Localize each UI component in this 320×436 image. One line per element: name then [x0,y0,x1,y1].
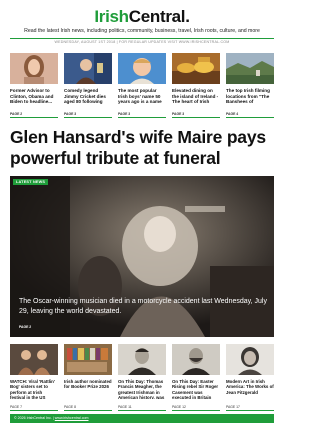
lead-headline[interactable]: Glen Hansard's wife Maire pays powerful … [10,127,274,169]
historical-portrait-image [172,344,220,375]
story-thumbnail[interactable] [172,53,220,84]
story-page-number: PAGE 12 [172,405,186,409]
top-story-card[interactable]: The most popular Irish boys' name 50 yea… [118,53,166,119]
story-divider [64,117,112,118]
irishcentral-logo[interactable]: IrishCentral. [0,7,284,27]
copyright-text: © 2026 IrishCentral Inc. [14,416,52,420]
story-page-number: PAGE 7 [10,405,22,409]
story-title[interactable]: On This Day: Easter Rising rebel Sir Rog… [172,379,220,399]
historical-portrait-image [118,344,166,375]
top-story-card[interactable]: Comedy legend Jimmy Cricket dies aged 80… [64,53,112,119]
story-title[interactable]: On This Day: Thomas Francis Meagher, the… [118,379,166,399]
story-title[interactable]: Elevated dining on the island of Ireland… [172,88,220,105]
latest-news-badge: LATEST NEWS [13,179,49,185]
story-title[interactable]: Comedy legend Jimmy Cricket dies aged 80… [64,88,112,105]
story-title[interactable]: The most popular Irish boys' name 50 yea… [118,88,166,105]
story-divider [118,410,166,411]
baby-image [118,53,166,84]
story-divider [10,410,58,411]
story-thumbnail[interactable] [10,344,58,375]
bottom-story-card[interactable]: On This Day: Easter Rising rebel Sir Rog… [172,344,220,414]
bottom-story-card[interactable]: On This Day: Thomas Francis Meagher, the… [118,344,166,414]
story-thumbnail[interactable] [172,344,220,375]
story-thumbnail[interactable] [118,344,166,375]
story-divider [64,410,112,411]
masthead-divider [10,38,274,39]
woman-portrait-image [10,53,58,84]
food-dish-image [172,53,220,84]
lead-page-number: PAGE 2 [19,325,32,329]
lead-caption: The Oscar-winning musician died in a mot… [19,298,267,315]
story-page-number: PAGE 3 [118,112,131,116]
landscape-image [226,53,274,84]
story-thumbnail[interactable] [10,53,58,84]
story-divider [172,117,220,118]
story-title[interactable]: Irish author nominated for Booker Prize … [64,379,112,399]
story-title[interactable]: WATCH: Viral 'Rattlin' Bog' sisters set … [10,379,58,399]
story-page-number: PAGE 3 [172,112,185,116]
woman-portrait-image [226,344,274,375]
top-story-card[interactable]: Former Advisor to Clinton, Obama and Bid… [10,53,58,119]
story-divider [172,410,220,411]
footer-bar: © 2026 IrishCentral Inc. | www.irishcent… [10,414,274,423]
story-title[interactable]: The top Irish filming locations from "Th… [226,88,274,105]
story-title[interactable]: Former Advisor to Clinton, Obama and Bid… [10,88,58,105]
story-page-number: PAGE 8 [64,405,76,409]
story-thumbnail[interactable] [118,53,166,84]
footer-website-link[interactable]: www.irishcentral.com [55,416,89,420]
sisters-performing-image [10,344,58,375]
story-divider [226,117,274,118]
story-thumbnail[interactable] [226,53,274,84]
bottom-story-card[interactable]: Irish author nominated for Booker Prize … [64,344,112,414]
story-title[interactable]: Modern Art in Irish America: The Works o… [226,379,274,399]
story-divider [118,117,166,118]
bottom-story-card[interactable]: WATCH: Viral 'Rattlin' Bog' sisters set … [10,344,58,414]
story-divider [226,410,274,411]
top-story-card[interactable]: Elevated dining on the island of Ireland… [172,53,220,119]
story-page-number: PAGE 11 [118,405,132,409]
top-story-card[interactable]: The top Irish filming locations from "Th… [226,53,274,119]
story-thumbnail[interactable] [64,344,112,375]
dateline: WEDNESDAY, AUGUST 1ST 2018 | FOR REGULAR… [54,40,230,44]
bottom-stories-strip: WATCH: Viral 'Rattlin' Bog' sisters set … [10,344,274,414]
masthead: IrishCentral. Read the latest Irish news… [0,0,284,46]
top-stories-strip: Former Advisor to Clinton, Obama and Bid… [10,53,274,119]
story-page-number: PAGE 2 [10,112,23,116]
story-page-number: PAGE 3 [64,112,77,116]
tagline: Read the latest Irish news, including po… [24,28,260,34]
comedian-image [64,53,112,84]
bottom-story-card[interactable]: Modern Art in Irish America: The Works o… [226,344,274,414]
story-page-number: PAGE 17 [226,405,240,409]
bookshelf-image [64,344,112,375]
story-thumbnail[interactable] [64,53,112,84]
lead-story-image[interactable]: LATEST NEWS The Oscar-winning musician d… [10,176,274,337]
footer-text: © 2026 IrishCentral Inc. | www.irishcent… [14,416,89,420]
story-divider [10,117,58,118]
story-page-number: PAGE 4 [226,112,239,116]
story-thumbnail[interactable] [226,344,274,375]
